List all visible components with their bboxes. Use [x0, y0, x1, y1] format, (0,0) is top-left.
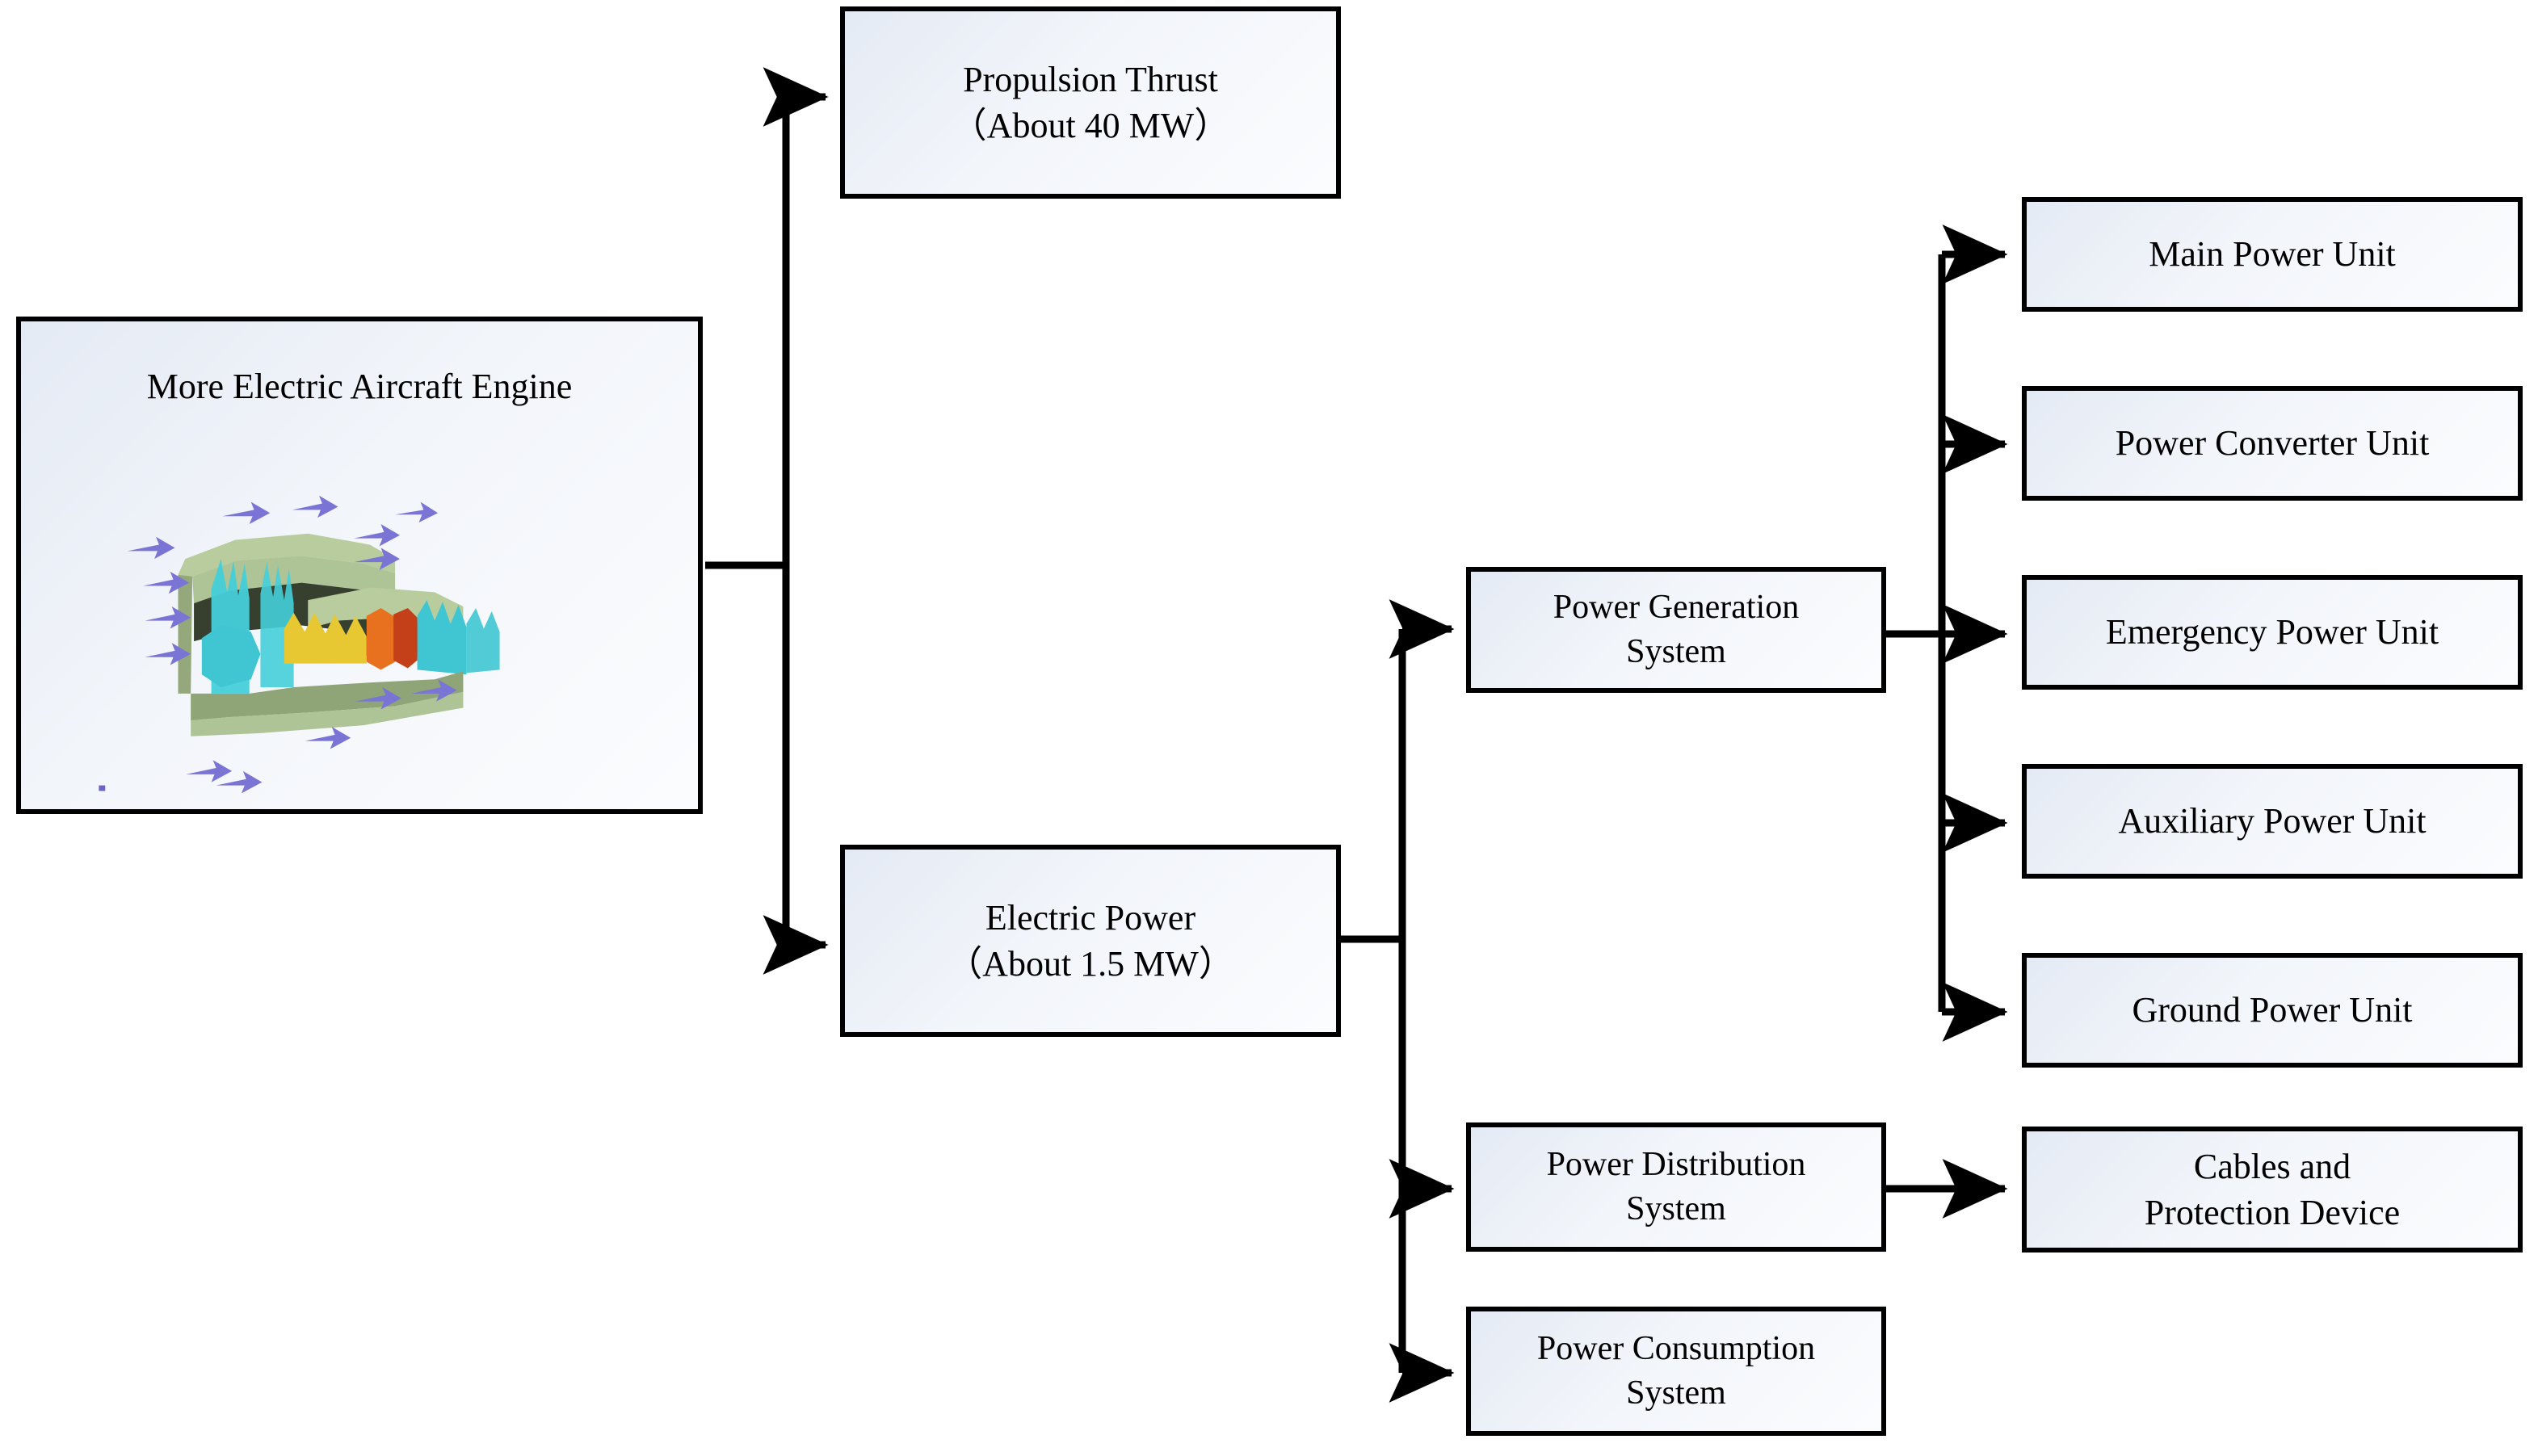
node-emergency-power-unit[interactable]: Emergency Power Unit [2022, 575, 2523, 690]
electric-power-line2: （About 1.5 MW） [947, 944, 1234, 984]
cables-device-line2: Protection Device [2144, 1193, 2401, 1232]
auxiliary-power-unit-label: Auxiliary Power Unit [2118, 801, 2427, 841]
node-main-power-unit[interactable]: Main Power Unit [2022, 197, 2523, 312]
turbofan-engine-cutaway-icon [99, 495, 500, 794]
emergency-power-unit-label: Emergency Power Unit [2105, 612, 2439, 652]
node-power-distribution-system[interactable]: Power Distribution System [1466, 1122, 1886, 1252]
propulsion-thrust-line2: （About 40 MW） [951, 106, 1230, 145]
power-consumption-line1: Power Consumption [1536, 1330, 1816, 1368]
power-distribution-line1: Power Distribution [1546, 1146, 1806, 1184]
power-consumption-line2: System [1626, 1374, 1726, 1412]
node-more-electric-aircraft-engine[interactable]: More Electric Aircraft Engine [16, 317, 703, 814]
node-auxiliary-power-unit[interactable]: Auxiliary Power Unit [2022, 764, 2523, 879]
power-converter-unit-label: Power Converter Unit [2115, 423, 2430, 464]
cables-device-line1: Cables and [2193, 1146, 2351, 1186]
node-electric-power[interactable]: Electric Power （About 1.5 MW） [840, 845, 1341, 1037]
propulsion-thrust-line1: Propulsion Thrust [963, 59, 1218, 99]
node-power-consumption-system[interactable]: Power Consumption System [1466, 1307, 1886, 1436]
power-generation-line1: Power Generation [1553, 589, 1800, 627]
node-power-converter-unit[interactable]: Power Converter Unit [2022, 386, 2523, 501]
electric-power-line1: Electric Power [985, 897, 1196, 938]
node-power-generation-system[interactable]: Power Generation System [1466, 567, 1886, 693]
ground-power-unit-label: Ground Power Unit [2132, 990, 2413, 1030]
main-power-unit-label: Main Power Unit [2149, 234, 2396, 275]
node-cables-and-protection-device[interactable]: Cables and Protection Device [2022, 1127, 2523, 1252]
diagram-canvas: More Electric Aircraft Engine Propulsion… [0, 0, 2538, 1456]
node-propulsion-thrust[interactable]: Propulsion Thrust （About 40 MW） [840, 6, 1341, 199]
power-distribution-line2: System [1626, 1190, 1726, 1227]
node-ground-power-unit[interactable]: Ground Power Unit [2022, 953, 2523, 1068]
power-generation-line2: System [1626, 633, 1726, 670]
